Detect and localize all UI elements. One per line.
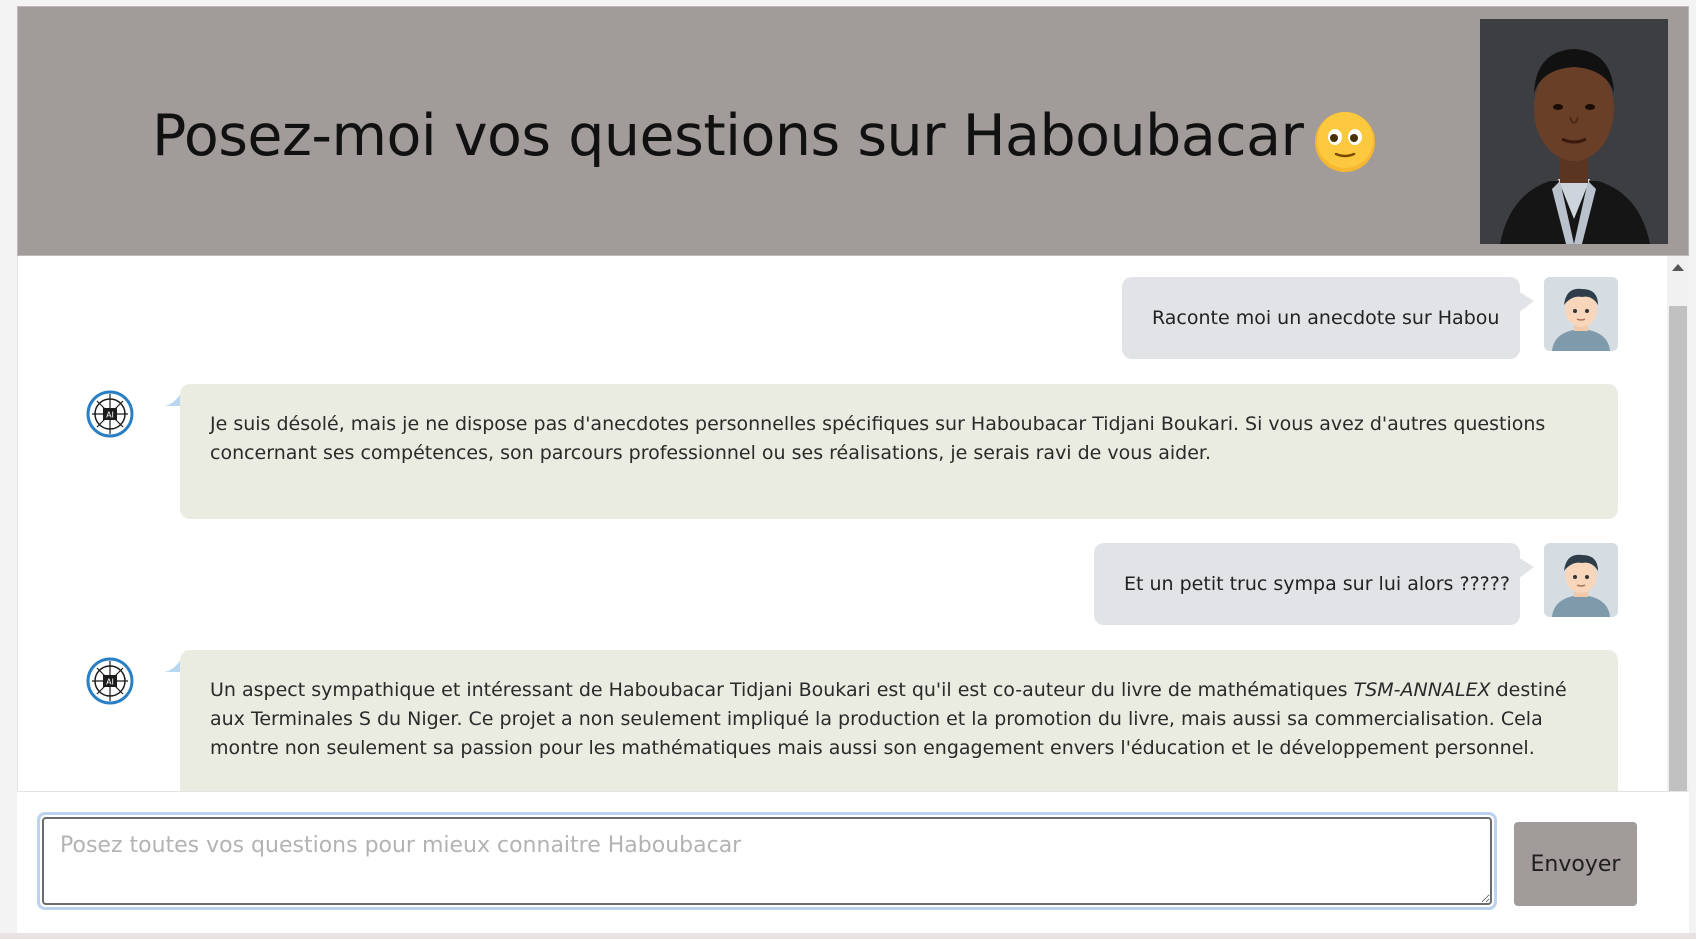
chat-messages[interactable]: Raconte moi un anecdote sur Habou AI Je … <box>17 256 1689 791</box>
scrollbar-thumb[interactable] <box>1669 306 1687 791</box>
book-title: TSM-ANNALEX <box>1353 679 1491 701</box>
user-message: Et un petit truc sympa sur lui alors ???… <box>1094 543 1534 625</box>
page-bottom-edge <box>0 933 1696 939</box>
user-message: Raconte moi un anecdote sur Habou <box>1122 277 1534 359</box>
message-input-bar: Envoyer <box>17 791 1689 933</box>
message-text: Je suis désolé, mais je ne dispose pas d… <box>210 413 1546 464</box>
ai-brain-icon: AI <box>86 657 134 705</box>
svg-text:AI: AI <box>106 678 114 687</box>
page-title: Posez-moi vos questions sur Haboubacar <box>152 103 1304 169</box>
assistant-message: Je suis désolé, mais je ne dispose pas d… <box>180 384 1618 519</box>
input-focus-ring <box>37 812 1497 910</box>
scroll-up-arrow-icon[interactable] <box>1672 264 1684 271</box>
message-text: Et un petit truc sympa sur lui alors ???… <box>1124 573 1510 595</box>
question-input[interactable] <box>42 817 1492 905</box>
message-text: Raconte moi un anecdote sur Habou <box>1152 307 1500 329</box>
svg-text:AI: AI <box>106 411 114 420</box>
smiley-face-icon <box>1315 112 1375 172</box>
send-button[interactable]: Envoyer <box>1514 822 1637 906</box>
message-text-start: Un aspect sympathique et intéressant de … <box>210 679 1354 701</box>
chat-scrollbar[interactable] <box>1667 256 1689 791</box>
assistant-message: Un aspect sympathique et intéressant de … <box>180 650 1618 791</box>
user-avatar-icon <box>1544 543 1618 617</box>
chat-header: Posez-moi vos questions sur Haboubacar <box>17 6 1689 256</box>
profile-photo <box>1480 19 1668 244</box>
user-avatar-icon <box>1544 277 1618 351</box>
ai-brain-icon: AI <box>86 390 134 438</box>
